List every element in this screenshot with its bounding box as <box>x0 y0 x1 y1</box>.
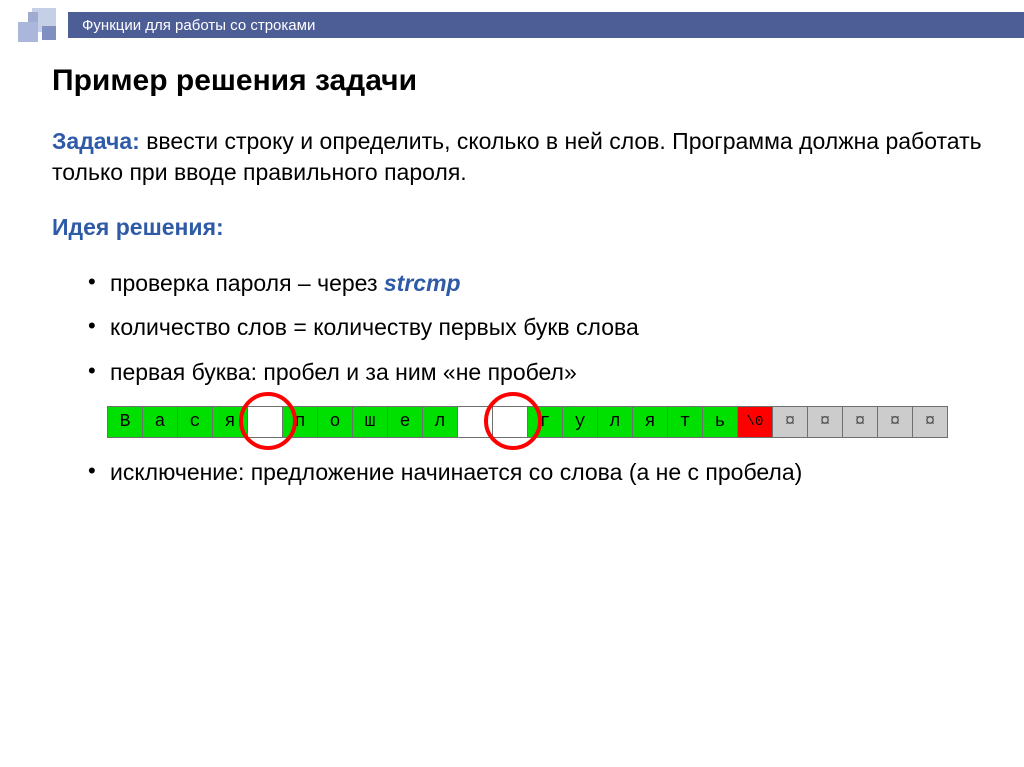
string-cell: л <box>422 406 458 438</box>
decorative-squares <box>18 8 66 44</box>
task-text: ввести строку и определить, сколько в не… <box>52 128 982 185</box>
string-visualization: Васяпошелгулять\0¤¤¤¤¤ <box>108 406 988 438</box>
string-cell: ¤ <box>912 406 948 438</box>
string-cell <box>457 406 493 438</box>
bullet-3: первая буква: пробел и за ним «не пробел… <box>110 356 988 388</box>
string-cell: ¤ <box>807 406 843 438</box>
header: Функции для работы со строками 17 <box>0 0 1024 40</box>
string-cell: п <box>282 406 318 438</box>
string-cell: г <box>527 406 563 438</box>
string-cell: В <box>107 406 143 438</box>
slide-content: Пример решения задачи Задача: ввести стр… <box>0 40 1024 488</box>
string-cell: ь <box>702 406 738 438</box>
string-cell: с <box>177 406 213 438</box>
page-number: 17 <box>982 10 1002 31</box>
keyword-strcmp: strcmp <box>384 270 461 296</box>
idea-bullets: проверка пароля – через strcmp количеств… <box>52 267 988 388</box>
bullet-4: исключение: предложение начинается со сл… <box>110 456 988 488</box>
slide-title: Пример решения задачи <box>52 64 988 98</box>
string-cell: л <box>597 406 633 438</box>
string-cell: е <box>387 406 423 438</box>
idea-bullets-after: исключение: предложение начинается со сл… <box>52 456 988 488</box>
string-cell: я <box>212 406 248 438</box>
task-label: Задача: <box>52 128 140 154</box>
string-cell: \0 <box>737 406 773 438</box>
string-cell: т <box>667 406 703 438</box>
task-paragraph: Задача: ввести строку и определить, скол… <box>52 126 988 188</box>
string-cell: у <box>562 406 598 438</box>
string-cell: ¤ <box>877 406 913 438</box>
string-cell <box>492 406 528 438</box>
string-cell: о <box>317 406 353 438</box>
bullet-1: проверка пароля – через strcmp <box>110 267 988 299</box>
string-cell: ш <box>352 406 388 438</box>
string-cell: а <box>142 406 178 438</box>
idea-label: Идея решения: <box>52 212 988 243</box>
string-cell <box>247 406 283 438</box>
string-cell: ¤ <box>842 406 878 438</box>
string-cell: ¤ <box>772 406 808 438</box>
bullet-2: количество слов = количеству первых букв… <box>110 311 988 343</box>
slide-section-banner: Функции для работы со строками <box>68 12 1024 38</box>
string-cell: я <box>632 406 668 438</box>
